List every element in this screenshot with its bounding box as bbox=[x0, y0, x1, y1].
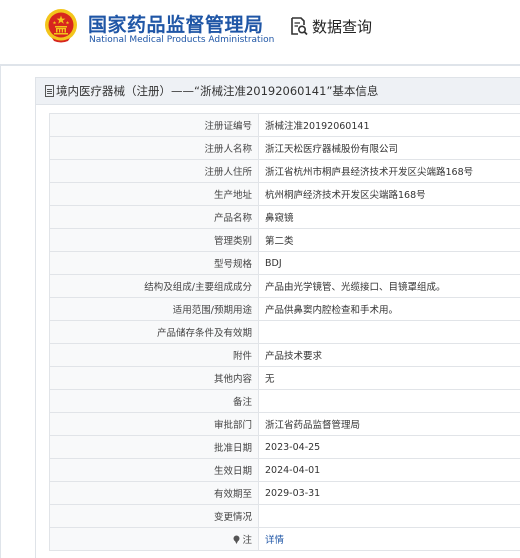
document-search-icon[interactable] bbox=[289, 16, 309, 36]
national-emblem-icon bbox=[45, 9, 77, 43]
table-row: 产品储存条件及有效期 bbox=[49, 320, 520, 344]
row-value: 浙械注准20192060141 bbox=[258, 113, 520, 137]
row-value: 产品技术要求 bbox=[258, 343, 520, 367]
row-value: BDJ bbox=[258, 251, 520, 275]
table-row: 其他内容 无 bbox=[49, 366, 520, 390]
row-value: 详情 bbox=[258, 527, 520, 551]
row-label: 生产地址 bbox=[49, 182, 259, 206]
row-label: 产品储存条件及有效期 bbox=[49, 320, 259, 344]
note-icon bbox=[233, 535, 240, 544]
row-label: 注 bbox=[242, 535, 252, 546]
row-value bbox=[258, 504, 520, 528]
row-label: 结构及组成/主要组成成分 bbox=[49, 274, 259, 298]
panel-title-bar: 境内医疗器械（注册）——“浙械注准20192060141”基本信息 bbox=[36, 78, 520, 105]
row-label: 产品名称 bbox=[49, 205, 259, 229]
document-icon bbox=[45, 85, 54, 97]
row-value: 2024-04-01 bbox=[258, 458, 520, 482]
row-value: 无 bbox=[258, 366, 520, 390]
row-label: 型号规格 bbox=[49, 251, 259, 275]
row-value bbox=[258, 389, 520, 413]
left-border bbox=[0, 66, 1, 558]
table-row: 审批部门 浙江省药品监督管理局 bbox=[49, 412, 520, 436]
table-row: 结构及组成/主要组成成分 产品由光学镜管、光缆接口、目镜罩组成。 bbox=[49, 274, 520, 298]
info-table: 注册证编号 浙械注准20192060141 注册人名称 浙江天松医疗器械股份有限… bbox=[49, 113, 520, 551]
table-row: 产品名称 鼻窥镜 bbox=[49, 205, 520, 229]
row-label: 生效日期 bbox=[49, 458, 259, 482]
row-value bbox=[258, 320, 520, 344]
note-label-cell: 注 bbox=[49, 527, 259, 551]
row-value: 2029-03-31 bbox=[258, 481, 520, 505]
row-value: 浙江省杭州市桐庐县经济技术开发区尖端路168号 bbox=[258, 159, 520, 183]
table-row: 适用范围/预期用途 产品供鼻窦内腔检查和手术用。 bbox=[49, 297, 520, 321]
row-label: 附件 bbox=[49, 343, 259, 367]
row-value: 产品由光学镜管、光缆接口、目镜罩组成。 bbox=[258, 274, 520, 298]
site-header: 国家药品监督管理局 National Medical Products Admi… bbox=[0, 0, 520, 62]
table-row: 注 详情 bbox=[49, 527, 520, 551]
table-row: 批准日期 2023-04-25 bbox=[49, 435, 520, 459]
table-row: 注册人名称 浙江天松医疗器械股份有限公司 bbox=[49, 136, 520, 160]
table-row: 有效期至 2029-03-31 bbox=[49, 481, 520, 505]
row-label: 变更情况 bbox=[49, 504, 259, 528]
table-row: 生效日期 2024-04-01 bbox=[49, 458, 520, 482]
table-row: 管理类别 第二类 bbox=[49, 228, 520, 252]
table-row: 附件 产品技术要求 bbox=[49, 343, 520, 367]
row-value: 2023-04-25 bbox=[258, 435, 520, 459]
row-value: 鼻窥镜 bbox=[258, 205, 520, 229]
table-row: 注册证编号 浙械注准20192060141 bbox=[49, 113, 520, 137]
org-name-cn: 国家药品监督管理局 bbox=[88, 14, 264, 36]
row-label: 管理类别 bbox=[49, 228, 259, 252]
row-label: 批准日期 bbox=[49, 435, 259, 459]
row-value: 浙江省药品监督管理局 bbox=[258, 412, 520, 436]
table-row: 备注 bbox=[49, 389, 520, 413]
details-link[interactable]: 详情 bbox=[265, 535, 284, 546]
row-label: 审批部门 bbox=[49, 412, 259, 436]
row-value: 产品供鼻窦内腔检查和手术用。 bbox=[258, 297, 520, 321]
table-row: 变更情况 bbox=[49, 504, 520, 528]
row-label: 适用范围/预期用途 bbox=[49, 297, 259, 321]
panel-title: 境内医疗器械（注册）——“浙械注准20192060141”基本信息 bbox=[56, 84, 379, 98]
row-label: 注册人住所 bbox=[49, 159, 259, 183]
row-label: 有效期至 bbox=[49, 481, 259, 505]
row-value: 第二类 bbox=[258, 228, 520, 252]
row-value: 浙江天松医疗器械股份有限公司 bbox=[258, 136, 520, 160]
header-divider bbox=[0, 64, 520, 66]
info-panel: 境内医疗器械（注册）——“浙械注准20192060141”基本信息 注册证编号 … bbox=[35, 77, 520, 558]
data-query-link[interactable]: 数据查询 bbox=[312, 16, 372, 37]
table-row: 生产地址 杭州桐庐经济技术开发区尖端路168号 bbox=[49, 182, 520, 206]
row-label: 其他内容 bbox=[49, 366, 259, 390]
row-label: 备注 bbox=[49, 389, 259, 413]
row-value: 杭州桐庐经济技术开发区尖端路168号 bbox=[258, 182, 520, 206]
row-label: 注册人名称 bbox=[49, 136, 259, 160]
table-row: 型号规格 BDJ bbox=[49, 251, 520, 275]
table-row: 注册人住所 浙江省杭州市桐庐县经济技术开发区尖端路168号 bbox=[49, 159, 520, 183]
row-label: 注册证编号 bbox=[49, 113, 259, 137]
org-name-en: National Medical Products Administration bbox=[89, 35, 275, 45]
